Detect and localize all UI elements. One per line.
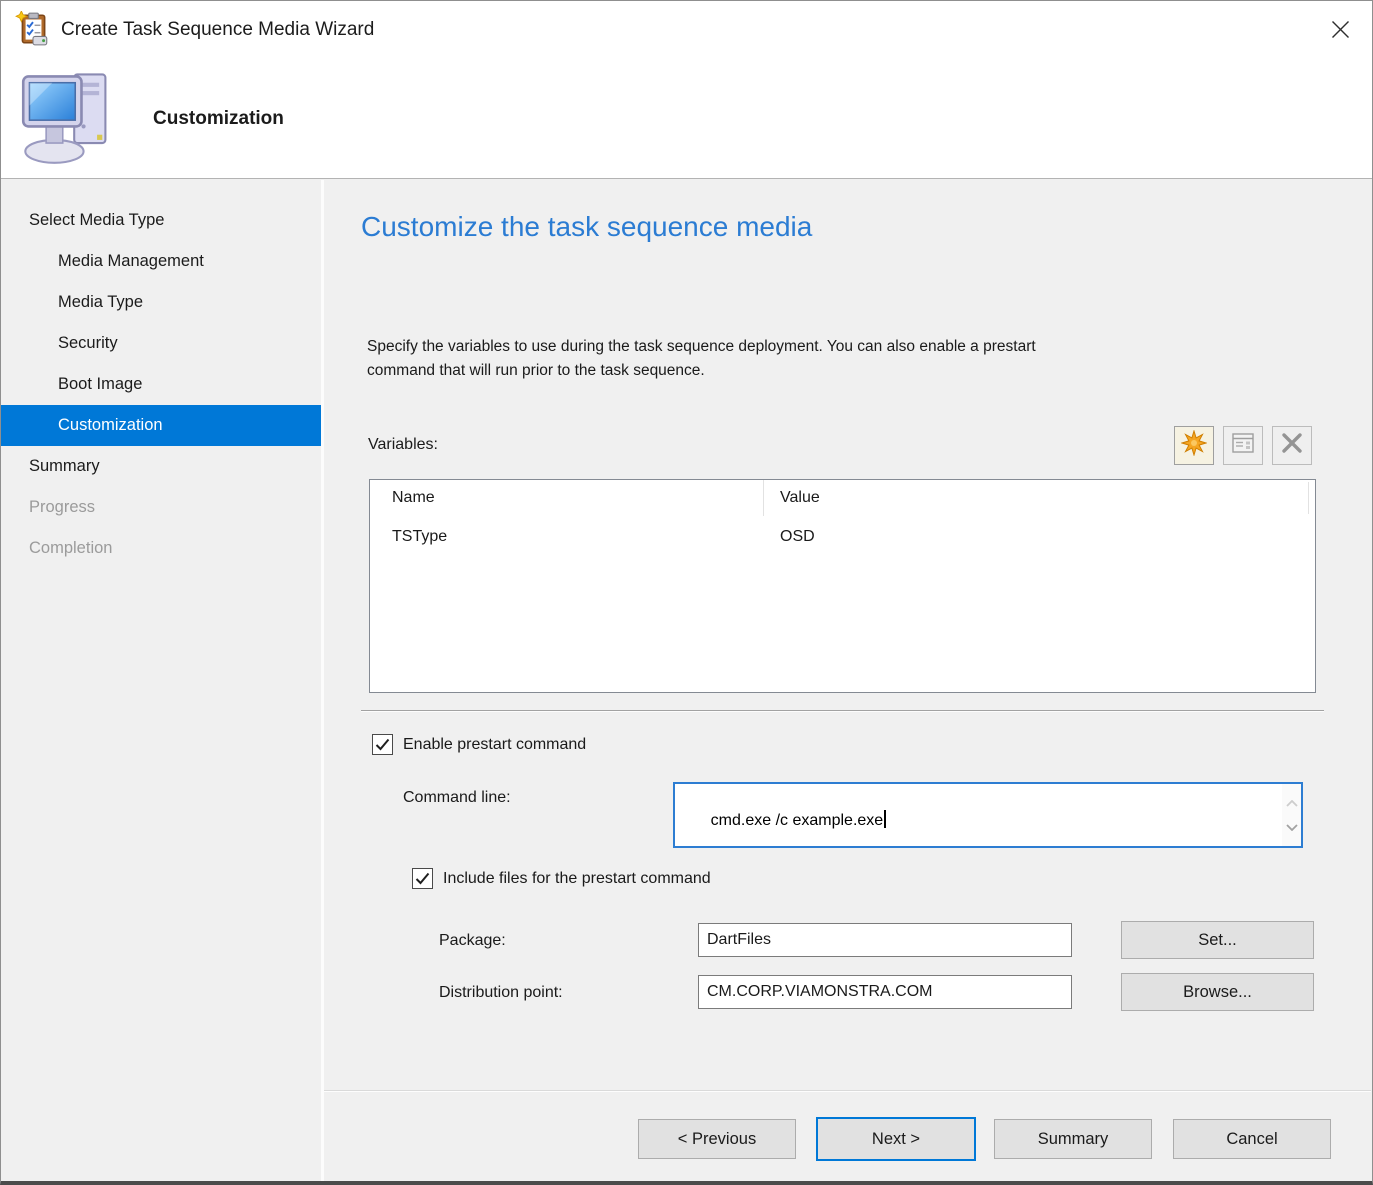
variable-properties-button [1223,426,1263,465]
wizard-clipboard-icon [15,11,51,47]
column-header-name[interactable]: Name [370,480,764,516]
command-line-value: cmd.exe /c example.exe [711,812,884,829]
computer-workstation-icon [17,64,121,168]
distribution-point-field[interactable]: CM.CORP.VIAMONSTRA.COM [698,975,1072,1009]
scroll-down-icon [1286,818,1298,836]
variables-label: Variables: [368,436,438,454]
column-header-end-divider [1308,482,1309,514]
sidebar-item-media-management[interactable]: Media Management [1,241,321,282]
variables-table-header: Name Value [370,480,1315,516]
variable-name-cell: TSType [370,528,764,546]
cancel-button[interactable]: Cancel [1173,1119,1331,1159]
page-description-line1: Specify the variables to use during the … [367,335,1036,359]
footer-separator [324,1090,1371,1092]
page-description-line2: command that will run prior to the task … [367,359,1036,383]
wizard-window: Create Task Sequence Media Wizard [0,0,1373,1185]
command-line-scrollbar [1282,784,1301,846]
close-icon[interactable] [1316,7,1364,51]
variables-toolbar [1174,426,1312,465]
checkmark-icon [375,738,390,751]
sidebar-item-progress: Progress [1,487,321,528]
page-header-title: Customization [153,58,284,179]
sidebar-item-boot-image[interactable]: Boot Image [1,364,321,405]
sidebar-item-select-media-type[interactable]: Select Media Type [1,200,321,241]
package-field[interactable]: DartFiles [698,923,1072,957]
previous-button[interactable]: < Previous [638,1119,796,1159]
delete-x-icon [1279,431,1305,460]
page-title: Customize the task sequence media [361,211,812,243]
sidebar-item-customization[interactable]: Customization [1,405,321,446]
sidebar-item-security[interactable]: Security [1,323,321,364]
wizard-header-banner: Customization [1,58,1372,179]
sidebar-item-media-type[interactable]: Media Type [1,282,321,323]
section-separator [361,710,1324,712]
table-row[interactable]: TSType OSD [370,516,1315,558]
window-title: Create Task Sequence Media Wizard [61,1,374,58]
new-variable-button[interactable] [1174,426,1214,465]
distribution-point-label: Distribution point: [439,984,563,1002]
sidebar-item-completion: Completion [1,528,321,569]
starburst-icon [1181,430,1207,461]
sidebar-item-summary[interactable]: Summary [1,446,321,487]
enable-prestart-checkbox[interactable] [372,734,393,755]
title-bar: Create Task Sequence Media Wizard [1,1,1372,58]
browse-button[interactable]: Browse... [1121,973,1314,1011]
column-header-value[interactable]: Value [764,480,1315,516]
wizard-step-list: Select Media Type Media Management Media… [1,200,321,569]
summary-button[interactable]: Summary [994,1119,1152,1159]
variable-value-cell: OSD [764,528,1315,546]
properties-window-icon [1231,432,1255,459]
text-caret [884,810,886,828]
include-files-checkbox[interactable] [412,868,433,889]
sidebar-divider [321,180,324,1181]
command-line-input[interactable]: cmd.exe /c example.exe [673,782,1303,848]
page-description: Specify the variables to use during the … [367,335,1036,383]
include-files-label: Include files for the prestart command [443,870,711,888]
delete-variable-button [1272,426,1312,465]
next-button[interactable]: Next > [816,1117,976,1161]
command-line-label: Command line: [403,789,511,807]
scroll-up-icon [1286,794,1298,812]
package-label: Package: [439,932,506,950]
set-button[interactable]: Set... [1121,921,1314,959]
enable-prestart-label: Enable prestart command [403,736,586,754]
checkmark-icon [415,872,430,885]
variables-table: Name Value TSType OSD [369,479,1316,693]
